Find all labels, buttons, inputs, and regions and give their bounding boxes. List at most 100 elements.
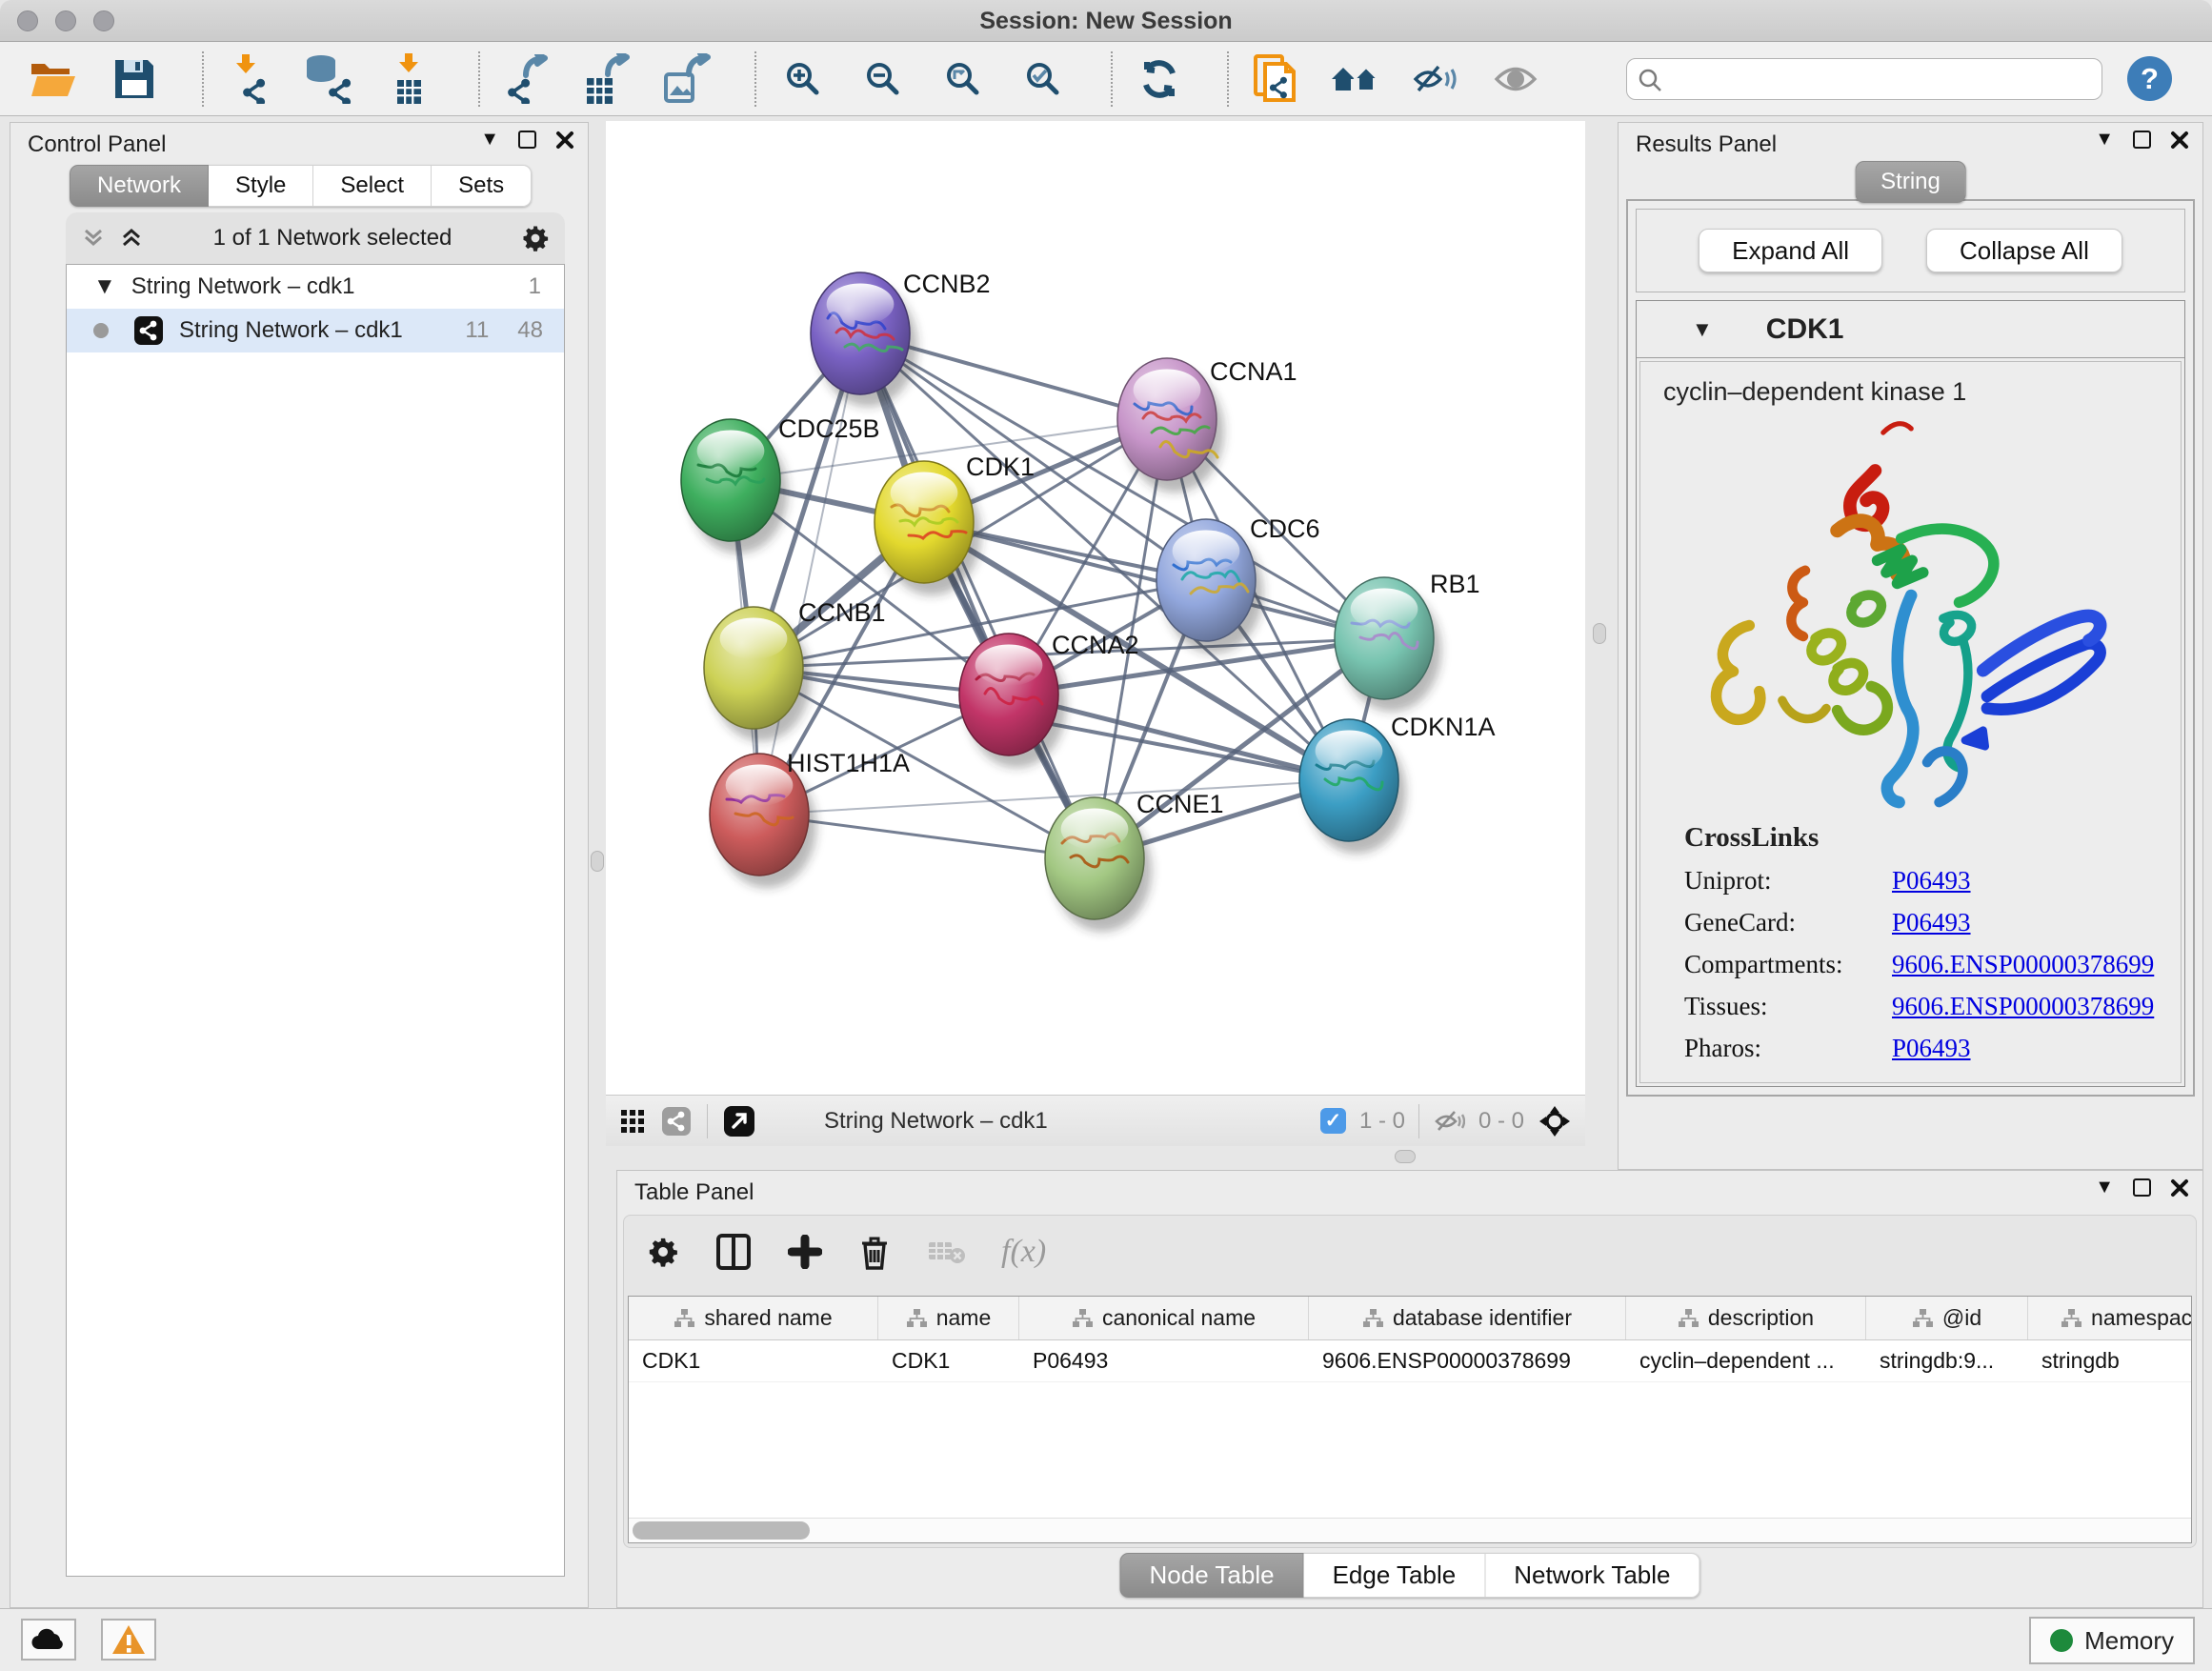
- column-header-description[interactable]: description: [1626, 1297, 1866, 1339]
- tab-network-table[interactable]: Network Table: [1485, 1553, 1699, 1598]
- network-node-CDC25B[interactable]: [681, 419, 788, 554]
- horizontal-scrollbar[interactable]: [629, 1518, 2191, 1542]
- tab-style[interactable]: Style: [209, 165, 313, 207]
- cloud-button[interactable]: [21, 1619, 76, 1661]
- column-header-database-identifier[interactable]: database identifier: [1309, 1297, 1626, 1339]
- splitter-handle[interactable]: [1395, 1150, 1416, 1163]
- network-row[interactable]: String Network – cdk1 11 48: [67, 309, 564, 352]
- close-panel-icon[interactable]: [2170, 131, 2189, 150]
- crosslink-link[interactable]: P06493: [1892, 908, 1971, 937]
- zoom-selected-button[interactable]: [1014, 50, 1073, 109]
- close-panel-icon[interactable]: [555, 131, 574, 150]
- column-header-canonical-name[interactable]: canonical name: [1019, 1297, 1309, 1339]
- gene-section-header[interactable]: ▼ CDK1: [1637, 301, 2184, 358]
- tab-string[interactable]: String: [1855, 161, 1966, 203]
- network-node-CCNB2[interactable]: [811, 272, 917, 407]
- column-label: namespace: [2091, 1305, 2192, 1331]
- eye-button[interactable]: [1486, 50, 1545, 109]
- refresh-button[interactable]: [1130, 50, 1189, 109]
- float-panel-icon[interactable]: [2133, 131, 2151, 149]
- show-columns-icon[interactable]: [715, 1233, 752, 1271]
- network-edge[interactable]: [860, 333, 1095, 858]
- table-cell[interactable]: 9606.ENSP00000378699: [1309, 1340, 1626, 1381]
- node-count: 11: [465, 317, 489, 344]
- import-database-button[interactable]: [301, 50, 360, 109]
- crosslink-link[interactable]: P06493: [1892, 866, 1971, 896]
- import-network-icon: [227, 54, 274, 104]
- section-expander-icon[interactable]: ▼: [1692, 317, 1713, 342]
- hide-houses-button[interactable]: [1326, 50, 1385, 109]
- table-row[interactable]: CDK1CDK1P064939606.ENSP00000378699cyclin…: [629, 1340, 2191, 1382]
- network-edge[interactable]: [759, 333, 860, 815]
- grid-view-icon[interactable]: [619, 1108, 646, 1135]
- export-network-button[interactable]: [497, 50, 556, 109]
- selected-checkbox-icon[interactable]: ✓: [1320, 1108, 1346, 1134]
- network-label: String Network – cdk1: [179, 317, 403, 344]
- delete-column-icon[interactable]: [858, 1233, 891, 1271]
- add-column-icon[interactable]: [788, 1235, 822, 1269]
- birds-eye-icon[interactable]: [1538, 1104, 1572, 1138]
- table-cell[interactable]: stringdb:9...: [1866, 1340, 2028, 1381]
- detach-view-icon[interactable]: [723, 1105, 755, 1137]
- float-panel-icon[interactable]: [518, 131, 536, 149]
- table-cell[interactable]: CDK1: [629, 1340, 878, 1381]
- close-panel-icon[interactable]: [2170, 1178, 2189, 1198]
- memory-button[interactable]: Memory: [2029, 1617, 2195, 1664]
- expand-all-icon[interactable]: [119, 226, 144, 251]
- crosslink-link[interactable]: 9606.ENSP00000378699: [1892, 950, 2154, 979]
- tab-edge-table[interactable]: Edge Table: [1304, 1553, 1486, 1598]
- column-header-name[interactable]: name: [878, 1297, 1019, 1339]
- crosslink-link[interactable]: P06493: [1892, 1034, 1971, 1063]
- column-header-@id[interactable]: @id: [1866, 1297, 2028, 1339]
- network-canvas[interactable]: CCNB2CCNA1CDC25BCDK1CDC6RB1CCNB1CCNA2CDK…: [606, 121, 1583, 1094]
- delete-table-icon[interactable]: [927, 1238, 965, 1266]
- zoom-fit-button[interactable]: [934, 50, 993, 109]
- hidden-eye-icon[interactable]: [1433, 1107, 1465, 1136]
- import-network-button[interactable]: [221, 50, 280, 109]
- column-header-namespace[interactable]: namespace: [2028, 1297, 2192, 1339]
- warning-button[interactable]: [101, 1619, 156, 1661]
- splitter-handle[interactable]: [1593, 623, 1606, 644]
- table-cell[interactable]: CDK1: [878, 1340, 1019, 1381]
- collapse-all-button[interactable]: Collapse All: [1926, 229, 2122, 272]
- network-node-CDK1[interactable]: [875, 461, 981, 595]
- function-builder-icon[interactable]: f(x): [1001, 1234, 1046, 1270]
- eye-slash-button[interactable]: [1406, 50, 1465, 109]
- copy-style-button[interactable]: [1246, 50, 1305, 109]
- crosslink-link[interactable]: 9606.ENSP00000378699: [1892, 992, 2154, 1021]
- expand-all-button[interactable]: Expand All: [1699, 229, 1882, 272]
- tab-sets[interactable]: Sets: [432, 165, 532, 207]
- network-options-gear-icon[interactable]: [521, 224, 550, 252]
- zoom-in-button[interactable]: [774, 50, 833, 109]
- zoom-out-button[interactable]: [854, 50, 913, 109]
- panel-menu-caret-icon[interactable]: ▼: [480, 129, 499, 151]
- float-panel-icon[interactable]: [2133, 1178, 2151, 1197]
- table-cell[interactable]: cyclin–dependent ...: [1626, 1340, 1866, 1381]
- column-header-shared-name[interactable]: shared name: [629, 1297, 878, 1339]
- network-node-CDC6[interactable]: [1156, 519, 1263, 654]
- network-node-CCNA1[interactable]: [1117, 358, 1224, 493]
- tab-node-table[interactable]: Node Table: [1120, 1553, 1304, 1598]
- table-cell[interactable]: P06493: [1019, 1340, 1309, 1381]
- panel-menu-caret-icon[interactable]: ▼: [2095, 1177, 2114, 1198]
- table-settings-gear-icon[interactable]: [647, 1236, 679, 1268]
- tab-select[interactable]: Select: [313, 165, 432, 207]
- collapse-all-icon[interactable]: [81, 226, 106, 251]
- export-table-button[interactable]: [577, 50, 636, 109]
- export-image-button[interactable]: [657, 50, 716, 109]
- search-input[interactable]: [1626, 58, 2102, 100]
- network-view-icon[interactable]: [661, 1106, 692, 1137]
- open-folder-button[interactable]: [25, 50, 84, 109]
- network-node-CCNB1[interactable]: [704, 607, 811, 741]
- network-collection-row[interactable]: ▼ String Network – cdk1 1: [67, 265, 564, 309]
- import-table-button[interactable]: [381, 50, 440, 109]
- network-node-RB1[interactable]: [1335, 577, 1441, 712]
- help-button[interactable]: ?: [2127, 56, 2172, 101]
- tab-network[interactable]: Network: [70, 165, 209, 207]
- table-cell[interactable]: stringdb: [2028, 1340, 2192, 1381]
- scrollbar-thumb[interactable]: [633, 1521, 810, 1540]
- tree-expander-icon[interactable]: ▼: [93, 273, 116, 300]
- save-button[interactable]: [105, 50, 164, 109]
- panel-menu-caret-icon[interactable]: ▼: [2095, 129, 2114, 151]
- splitter-handle[interactable]: [591, 851, 604, 872]
